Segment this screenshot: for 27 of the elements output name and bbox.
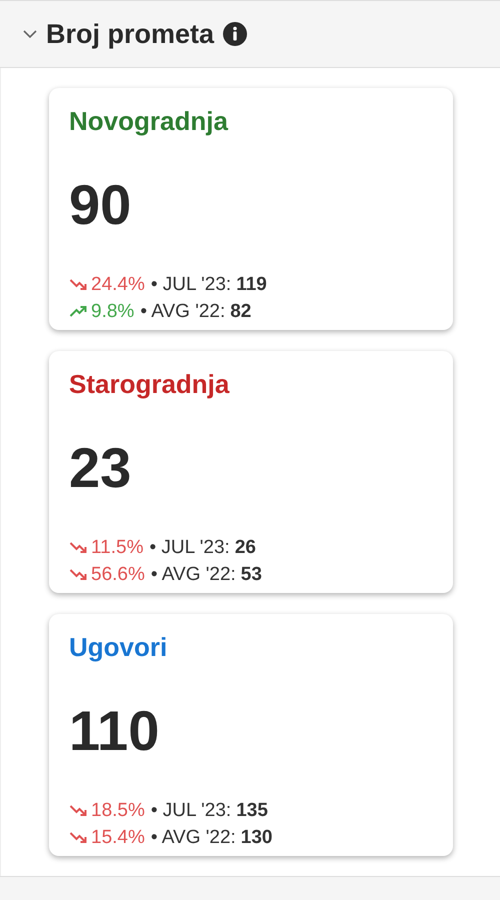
comparison-label: • JUL '23: (149, 536, 230, 560)
change-percent: 15.4% (91, 826, 145, 850)
comparison-value: 82 (230, 300, 252, 324)
comparison-value: 26 (234, 536, 256, 560)
comparison-label: • AVG '22: (140, 300, 226, 324)
section-header[interactable]: Broj prometa (0, 0, 500, 68)
change-percent: 11.5% (91, 536, 144, 560)
card-title: Novogradnja (69, 105, 230, 138)
comparison-value: 130 (240, 826, 272, 850)
comparison-label: • JUL '23: (150, 799, 232, 823)
comparison-label: • JUL '23: (150, 273, 232, 297)
change-percent: 56.6% (91, 563, 145, 587)
change-percent: 24.4% (91, 273, 145, 297)
change-percent: 18.5% (91, 799, 145, 823)
card-title: Ugovori (69, 631, 168, 664)
metric-value: 23 (69, 440, 132, 496)
section-title: Broj prometa (46, 18, 214, 51)
comparison-label: • AVG '22: (150, 826, 236, 850)
metric-value: 110 (69, 703, 160, 759)
comparison-value: 53 (240, 563, 262, 587)
comparison-value: 119 (236, 273, 267, 297)
comparison-label: • AVG '22: (150, 563, 236, 587)
info-icon[interactable] (222, 21, 248, 47)
change-percent: 9.8% (91, 300, 134, 324)
card-title: Starogradnja (69, 368, 230, 401)
comparison-value: 135 (236, 799, 268, 823)
metric-value: 90 (69, 177, 132, 233)
